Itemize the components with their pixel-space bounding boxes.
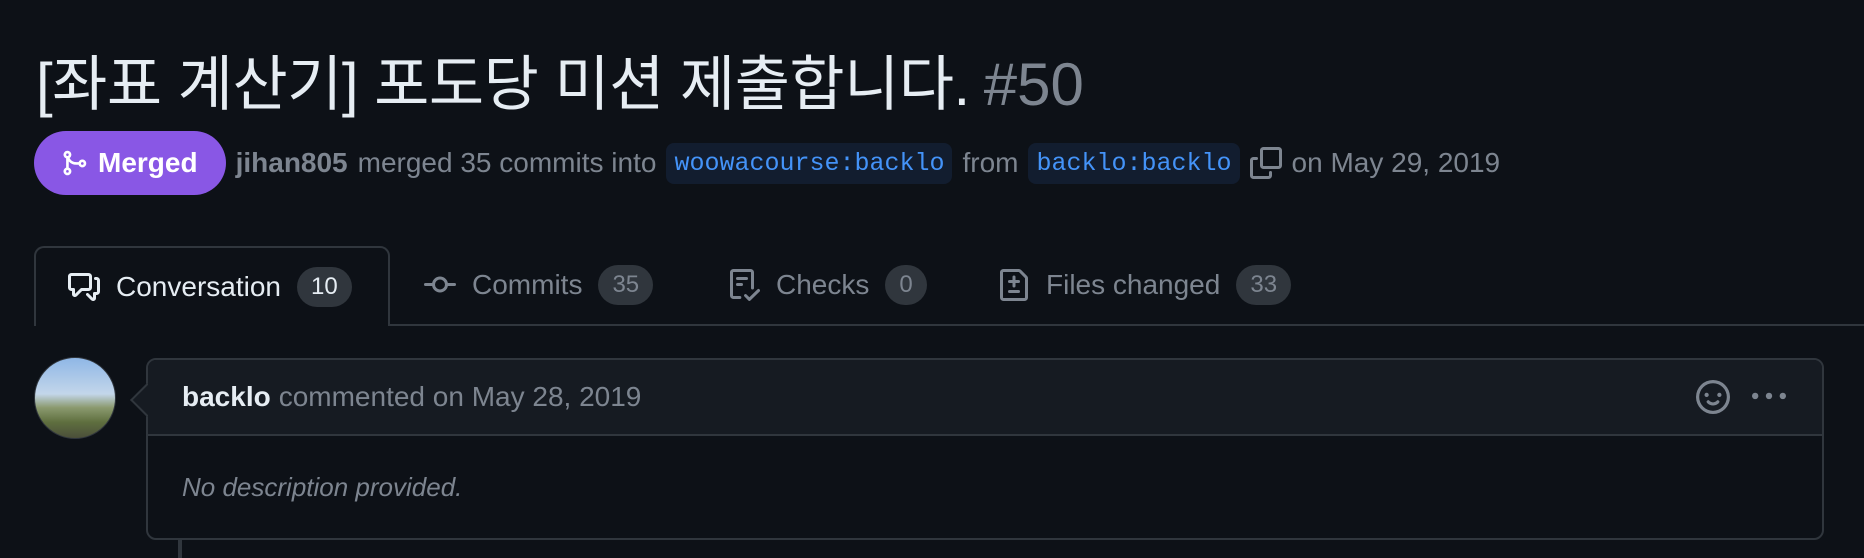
comment-body: No description provided. <box>182 472 463 502</box>
tab-counter: 10 <box>296 267 352 307</box>
comment-actions <box>1696 380 1786 421</box>
tab-conversation[interactable]: Conversation 10 <box>34 246 390 326</box>
tab-label: Files changed <box>1046 269 1221 300</box>
git-commit-icon <box>424 276 456 293</box>
pr-tabs: Conversation 10 Commits 35 Checks 0 File… <box>0 246 1864 326</box>
git-merge-icon <box>63 150 87 176</box>
tab-checks[interactable]: Checks 0 <box>728 246 927 324</box>
tab-counter: 0 <box>885 265 927 305</box>
base-branch[interactable]: woowacourse:backlo <box>666 142 953 184</box>
checklist-icon <box>730 269 760 301</box>
tab-commits[interactable]: Commits 35 <box>424 246 654 324</box>
tab-counter: 33 <box>1236 265 1292 305</box>
tab-label: Commits <box>472 269 583 300</box>
pr-number: #50 <box>983 51 1084 118</box>
from-text: from <box>962 147 1019 178</box>
head-branch[interactable]: backlo:backlo <box>1028 142 1240 184</box>
smiley-icon[interactable] <box>1696 380 1730 421</box>
pull-request-page: [좌표 계산기] 포도당 미션 제출합니다. #50 Merged jihan8… <box>0 0 1864 558</box>
comment-discussion-icon <box>68 273 100 301</box>
timeline-line <box>178 540 182 558</box>
merge-action-text: merged 35 commits into <box>357 147 657 178</box>
comment-box: backlo commented on May 28, 2019 No desc… <box>130 358 1824 540</box>
kebab-menu-icon[interactable] <box>1752 380 1786 421</box>
comment-header: backlo commented on May 28, 2019 <box>148 360 1822 436</box>
tab-label: Conversation <box>116 271 281 302</box>
tab-files-changed[interactable]: Files changed 33 <box>998 246 1292 324</box>
tab-counter: 35 <box>598 265 654 305</box>
merge-date: on May 29, 2019 <box>1291 147 1501 178</box>
pr-header: [좌표 계산기] 포도당 미션 제출합니다. #50 <box>36 36 1084 123</box>
pr-title: [좌표 계산기] 포도당 미션 제출합니다. <box>36 51 970 118</box>
copy-icon[interactable] <box>1249 147 1282 179</box>
pr-meta: Merged jihan805 merged 35 commits into w… <box>34 131 1500 195</box>
file-diff-icon <box>1000 269 1028 301</box>
merged-state-badge: Merged <box>34 131 226 195</box>
state-label: Merged <box>98 147 198 178</box>
avatar[interactable] <box>34 357 116 439</box>
comment-author[interactable]: backlo <box>182 381 271 413</box>
merger-username[interactable]: jihan805 <box>236 147 348 179</box>
comment-meta[interactable]: commented on May 28, 2019 <box>279 381 642 413</box>
tab-label: Checks <box>776 269 870 300</box>
